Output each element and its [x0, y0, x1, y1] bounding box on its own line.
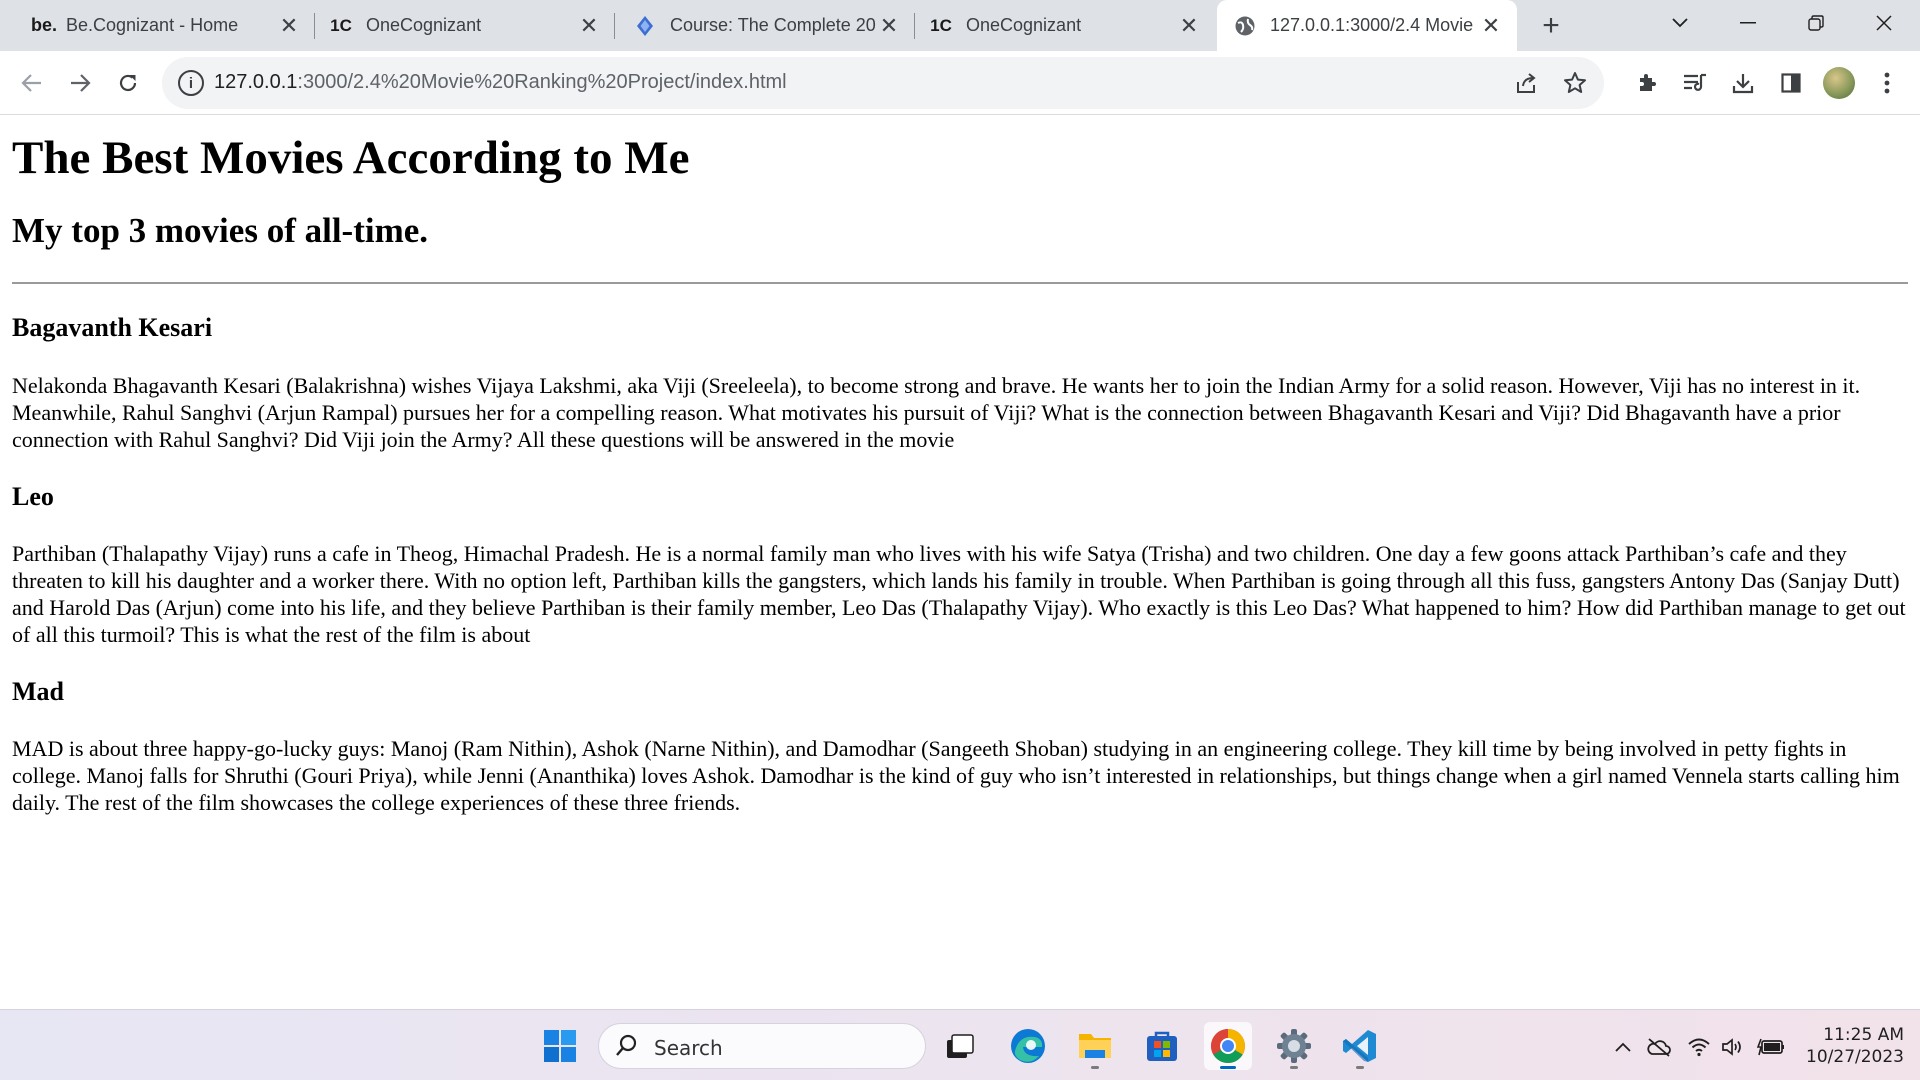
system-clock[interactable]: 11:25 AM 10/27/2023	[1800, 1024, 1904, 1068]
profile-avatar[interactable]	[1823, 67, 1855, 99]
tab-search-icon[interactable]	[1650, 0, 1710, 46]
task-view-icon	[947, 1034, 974, 1058]
chrome-app[interactable]	[1204, 1022, 1252, 1070]
tab-title: Be.Cognizant - Home	[66, 15, 239, 35]
share-icon[interactable]	[1512, 68, 1542, 98]
running-indicator	[1356, 1066, 1364, 1069]
onecognizant-icon: 1C	[330, 15, 352, 35]
reading-list-icon[interactable]	[1677, 65, 1713, 101]
tab-title: Course: The Complete 20	[670, 15, 876, 35]
chrome-icon	[1211, 1029, 1245, 1063]
clock-date: 10/27/2023	[1806, 1047, 1904, 1067]
movie-title: Mad	[12, 676, 64, 706]
course-icon	[633, 14, 657, 38]
close-icon[interactable]: ✕	[1177, 13, 1201, 38]
clock-time: 11:25 AM	[1823, 1025, 1904, 1045]
folder-icon	[1079, 1034, 1111, 1058]
tab-title: OneCognizant	[966, 15, 1082, 35]
address-bar[interactable]: i 127.0.0.1:3000/2.4%20Movie%20Ranking%2…	[162, 57, 1604, 109]
close-icon[interactable]: ✕	[877, 13, 901, 38]
restore-button[interactable]	[1786, 0, 1846, 46]
movie-description: MAD is about three happy-go-lucky guys: …	[12, 735, 1900, 815]
settings-app[interactable]	[1270, 1022, 1318, 1070]
gear-icon	[1277, 1029, 1311, 1063]
movie-title: Bagavanth Kesari	[12, 313, 213, 343]
onedrive-offline-icon[interactable]	[1644, 1032, 1674, 1062]
battery-charging-icon[interactable]	[1756, 1032, 1786, 1062]
extensions-icon[interactable]	[1629, 65, 1665, 101]
tab-onecognizant-1[interactable]: 1C OneCognizant ✕	[315, 0, 615, 51]
running-indicator	[1290, 1066, 1298, 1069]
microsoft-store-icon	[1147, 1031, 1177, 1061]
running-indicator	[1091, 1066, 1099, 1069]
chevron-up-icon[interactable]	[1608, 1032, 1638, 1062]
taskbar-search[interactable]: Search	[598, 1023, 926, 1069]
menu-kebab-icon[interactable]	[1869, 65, 1905, 101]
bookmark-star-icon[interactable]	[1560, 68, 1590, 98]
url-host: 127.0.0.1	[214, 71, 298, 93]
download-icon[interactable]	[1725, 65, 1761, 101]
vscode-icon	[1343, 1030, 1376, 1062]
store-app[interactable]	[1138, 1022, 1186, 1070]
file-explorer-app[interactable]	[1071, 1022, 1119, 1070]
forward-button[interactable]	[60, 63, 100, 103]
close-icon[interactable]: ✕	[1479, 13, 1503, 38]
tab-title: 127.0.0.1:3000/2.4 Movie	[1270, 15, 1474, 35]
tab-course[interactable]: Course: The Complete 20 ✕	[615, 0, 915, 51]
tab-becognizant[interactable]: be. Be.Cognizant - Home ✕	[0, 0, 315, 51]
movie-list: Bagavanth Kesari Nelakonda Bhagavanth Ke…	[12, 312, 1908, 816]
movie-description: Nelakonda Bhagavanth Kesari (Balakrishna…	[12, 372, 1861, 452]
wifi-icon[interactable]	[1684, 1032, 1714, 1062]
new-tab-button[interactable]: +	[1534, 9, 1568, 43]
side-panel-icon[interactable]	[1773, 65, 1809, 101]
url-rest: :3000/2.4%20Movie%20Ranking%20Project/in…	[297, 71, 787, 93]
divider	[12, 282, 1908, 285]
search-label: Search	[654, 1036, 723, 1060]
url-text[interactable]: 127.0.0.1:3000/2.4%20Movie%20Ranking%20P…	[214, 71, 787, 94]
tab-strip: be. Be.Cognizant - Home ✕ 1C OneCognizan…	[0, 0, 1920, 51]
active-indicator	[1220, 1066, 1236, 1069]
task-view-button[interactable]	[936, 1022, 984, 1070]
becognizant-icon: be.	[30, 15, 57, 35]
close-icon[interactable]: ✕	[277, 13, 301, 38]
tab-title: OneCognizant	[366, 15, 482, 35]
edge-icon	[1011, 1029, 1045, 1063]
page-subtitle: My top 3 movies of all-time.	[12, 211, 429, 251]
page-title: The Best Movies According to Me	[12, 132, 690, 184]
start-button[interactable]	[536, 1022, 584, 1070]
tab-movie-ranking[interactable]: 127.0.0.1:3000/2.4 Movie ✕	[1217, 0, 1517, 51]
volume-icon[interactable]	[1718, 1032, 1748, 1062]
back-button[interactable]	[12, 63, 52, 103]
web-page: The Best Movies According to Me My top 3…	[0, 116, 1920, 1009]
movie-title: Leo	[12, 481, 54, 511]
close-icon[interactable]: ✕	[577, 13, 601, 38]
tab-onecognizant-2[interactable]: 1C OneCognizant ✕	[915, 0, 1215, 51]
edge-app[interactable]	[1004, 1022, 1052, 1070]
windows-logo-icon	[544, 1030, 576, 1062]
close-window-button[interactable]	[1854, 0, 1914, 46]
globe-icon	[1233, 14, 1257, 38]
search-icon	[615, 1034, 637, 1064]
browser-toolbar: i 127.0.0.1:3000/2.4%20Movie%20Ranking%2…	[0, 51, 1920, 115]
info-icon[interactable]: i	[178, 70, 204, 96]
reload-button[interactable]	[108, 63, 148, 103]
vscode-app[interactable]	[1336, 1022, 1384, 1070]
minimize-button[interactable]	[1718, 0, 1778, 46]
onecognizant-icon: 1C	[930, 15, 952, 35]
windows-taskbar: Search 11:25 AM 10/27/2023	[0, 1009, 1920, 1080]
movie-description: Parthiban (Thalapathy Vijay) runs a cafe…	[12, 540, 1906, 647]
